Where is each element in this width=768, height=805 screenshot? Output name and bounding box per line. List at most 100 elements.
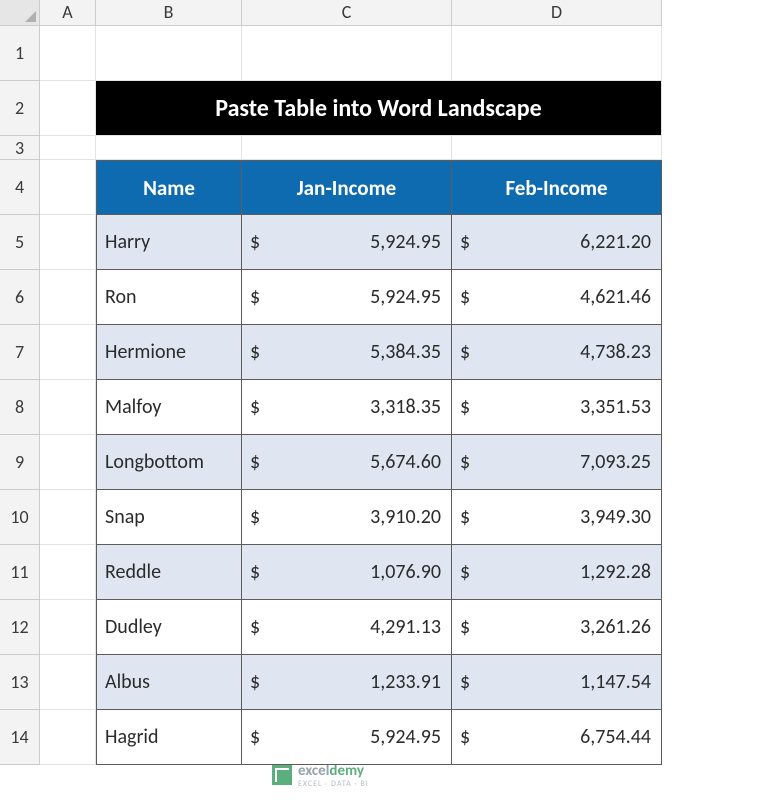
table-row[interactable]: Hermione	[96, 325, 242, 380]
currency-symbol: $	[250, 395, 260, 419]
jan-value[interactable]: $5,384.35	[242, 325, 452, 380]
feb-value[interactable]: $3,351.53	[452, 380, 662, 435]
cell-d1[interactable]	[452, 26, 662, 81]
row-head-3[interactable]: 3	[0, 136, 40, 160]
cell-a12[interactable]	[40, 600, 96, 655]
amount: 6,754.44	[580, 725, 651, 749]
cell-d3[interactable]	[452, 136, 662, 160]
amount: 4,291.13	[370, 615, 441, 639]
name-value: Dudley	[105, 615, 162, 639]
feb-value[interactable]: $1,292.28	[452, 545, 662, 600]
amount: 5,924.95	[370, 725, 441, 749]
cell-c1[interactable]	[242, 26, 452, 81]
cell-a2[interactable]	[40, 81, 96, 136]
currency-symbol: $	[250, 505, 260, 529]
table-row[interactable]: Snap	[96, 490, 242, 545]
row-head-1[interactable]: 1	[0, 26, 40, 81]
col-header-jan[interactable]: Jan-Income	[242, 160, 452, 215]
table-row[interactable]: Reddle	[96, 545, 242, 600]
col-head-c[interactable]: C	[242, 0, 452, 26]
feb-value[interactable]: $6,754.44	[452, 710, 662, 765]
table-row[interactable]: Dudley	[96, 600, 242, 655]
row-head-10[interactable]: 10	[0, 490, 40, 545]
row-head-12[interactable]: 12	[0, 600, 40, 655]
row-head-5[interactable]: 5	[0, 215, 40, 270]
amount: 1,233.91	[370, 670, 441, 694]
feb-value[interactable]: $4,621.46	[452, 270, 662, 325]
jan-value[interactable]: $5,924.95	[242, 215, 452, 270]
jan-value[interactable]: $3,318.35	[242, 380, 452, 435]
table-row[interactable]: Malfoy	[96, 380, 242, 435]
currency-symbol: $	[250, 230, 260, 254]
jan-value[interactable]: $4,291.13	[242, 600, 452, 655]
page-title[interactable]: Paste Table into Word Landscape	[96, 81, 662, 136]
cell-a5[interactable]	[40, 215, 96, 270]
row-head-4[interactable]: 4	[0, 160, 40, 215]
jan-value[interactable]: $5,924.95	[242, 270, 452, 325]
cell-a4[interactable]	[40, 160, 96, 215]
amount: 3,318.35	[370, 395, 441, 419]
col-header-feb[interactable]: Feb-Income	[452, 160, 662, 215]
cell-c3[interactable]	[242, 136, 452, 160]
jan-value[interactable]: $5,924.95	[242, 710, 452, 765]
name-value: Hermione	[105, 340, 186, 364]
row-head-7[interactable]: 7	[0, 325, 40, 380]
jan-value[interactable]: $1,233.91	[242, 655, 452, 710]
name-value: Harry	[105, 230, 150, 254]
name-value: Reddle	[105, 560, 161, 584]
col-head-d[interactable]: D	[452, 0, 662, 26]
amount: 5,924.95	[370, 285, 441, 309]
feb-value[interactable]: $3,261.26	[452, 600, 662, 655]
cell-a6[interactable]	[40, 270, 96, 325]
jan-value[interactable]: $1,076.90	[242, 545, 452, 600]
row-head-9[interactable]: 9	[0, 435, 40, 490]
row-head-6[interactable]: 6	[0, 270, 40, 325]
cell-a8[interactable]	[40, 380, 96, 435]
amount: 4,738.23	[580, 340, 651, 364]
table-row[interactable]: Longbottom	[96, 435, 242, 490]
currency-symbol: $	[460, 285, 470, 309]
name-value: Malfoy	[105, 395, 161, 419]
currency-symbol: $	[250, 725, 260, 749]
col-head-a[interactable]: A	[40, 0, 96, 26]
row-head-13[interactable]: 13	[0, 655, 40, 710]
currency-symbol: $	[460, 560, 470, 584]
name-value: Hagrid	[105, 725, 159, 749]
cell-a11[interactable]	[40, 545, 96, 600]
row-head-8[interactable]: 8	[0, 380, 40, 435]
name-value: Ron	[105, 285, 137, 309]
row-head-14[interactable]: 14	[0, 710, 40, 765]
watermark: exceldemy EXCEL · DATA · BI	[272, 762, 369, 788]
cell-a9[interactable]	[40, 435, 96, 490]
col-header-name[interactable]: Name	[96, 160, 242, 215]
jan-value[interactable]: $5,674.60	[242, 435, 452, 490]
cell-b3[interactable]	[96, 136, 242, 160]
amount: 1,076.90	[370, 560, 441, 584]
currency-symbol: $	[460, 450, 470, 474]
amount: 5,384.35	[370, 340, 441, 364]
feb-value[interactable]: $4,738.23	[452, 325, 662, 380]
cell-a1[interactable]	[40, 26, 96, 81]
row-head-11[interactable]: 11	[0, 545, 40, 600]
currency-symbol: $	[460, 670, 470, 694]
cell-a14[interactable]	[40, 710, 96, 765]
table-row[interactable]: Albus	[96, 655, 242, 710]
feb-value[interactable]: $6,221.20	[452, 215, 662, 270]
jan-value[interactable]: $3,910.20	[242, 490, 452, 545]
select-all-corner[interactable]	[0, 0, 40, 26]
cell-a7[interactable]	[40, 325, 96, 380]
row-head-2[interactable]: 2	[0, 81, 40, 136]
cell-b1[interactable]	[96, 26, 242, 81]
cell-a13[interactable]	[40, 655, 96, 710]
feb-value[interactable]: $3,949.30	[452, 490, 662, 545]
cell-a3[interactable]	[40, 136, 96, 160]
table-row[interactable]: Hagrid	[96, 710, 242, 765]
name-value: Albus	[105, 670, 150, 694]
cell-a10[interactable]	[40, 490, 96, 545]
feb-value[interactable]: $7,093.25	[452, 435, 662, 490]
col-head-b[interactable]: B	[96, 0, 242, 26]
currency-symbol: $	[250, 285, 260, 309]
table-row[interactable]: Harry	[96, 215, 242, 270]
table-row[interactable]: Ron	[96, 270, 242, 325]
feb-value[interactable]: $1,147.54	[452, 655, 662, 710]
